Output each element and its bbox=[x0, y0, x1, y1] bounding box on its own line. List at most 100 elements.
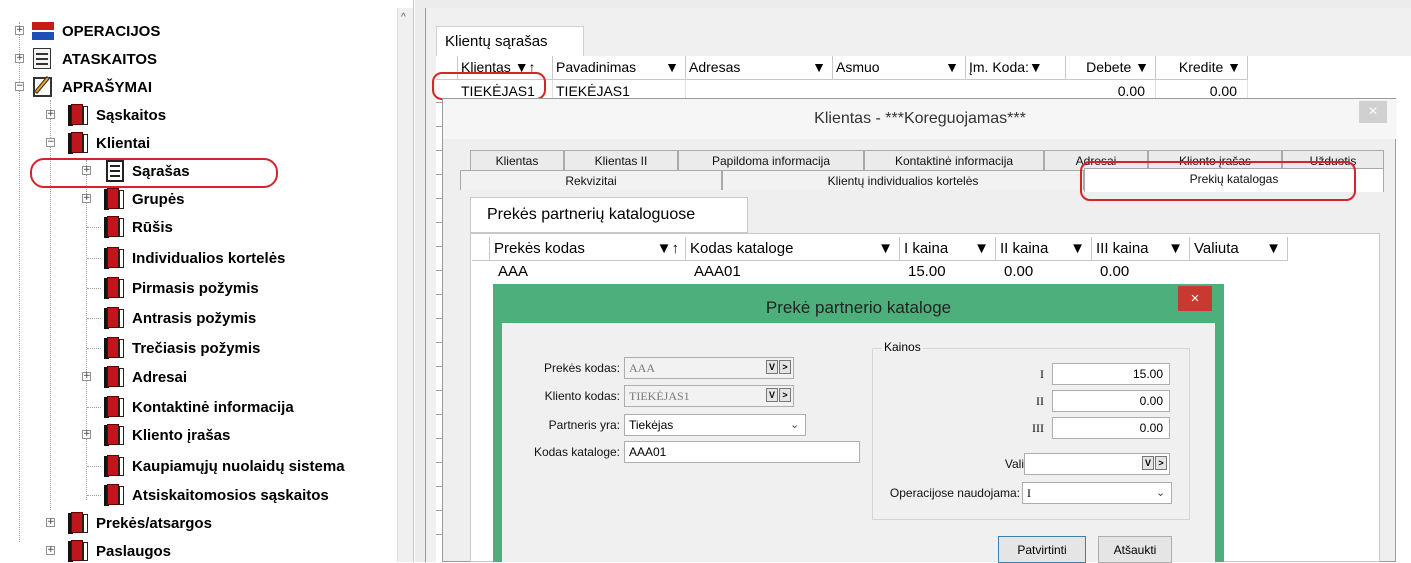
tree-line bbox=[19, 22, 20, 542]
cancel-button[interactable]: Atšaukti bbox=[1098, 536, 1172, 563]
col-header-asmuo[interactable]: Asmuo ▼ bbox=[833, 56, 966, 80]
reports-icon bbox=[30, 47, 56, 71]
close-icon[interactable]: × bbox=[1178, 286, 1212, 311]
tree-item-klientai[interactable]: Klientai bbox=[68, 129, 150, 157]
ii-price-field[interactable]: 0.00 bbox=[1052, 390, 1170, 412]
col-header-ii-kaina[interactable]: II kaina ▼ bbox=[996, 237, 1092, 261]
cell-iii-kaina[interactable]: 0.00 bbox=[1096, 261, 1129, 283]
tab-klientu-sarasas[interactable]: Klientų sąrašas bbox=[436, 26, 584, 56]
book-icon bbox=[104, 276, 126, 300]
cell-kodas-kataloge[interactable]: AAA01 bbox=[690, 261, 741, 283]
tree-item-individualios[interactable]: Individualios kortelės bbox=[104, 244, 285, 272]
operacijose-label: Operacijose naudojama: bbox=[889, 486, 1020, 500]
close-icon[interactable]: × bbox=[1359, 101, 1387, 123]
book-icon bbox=[104, 215, 126, 239]
book-icon bbox=[104, 483, 126, 507]
tab-klientas[interactable]: Klientas bbox=[470, 150, 564, 170]
chevron-down-icon[interactable]: ⌄ bbox=[1156, 486, 1165, 499]
tab-rekvizitai[interactable]: Rekvizitai bbox=[460, 170, 722, 190]
iii-label: III bbox=[1032, 421, 1044, 435]
tree-item-antrasis[interactable]: Antrasis požymis bbox=[104, 304, 256, 332]
tree-item-operacijos[interactable]: OPERACIJOS bbox=[30, 17, 160, 45]
expand-icon[interactable]: + bbox=[46, 110, 55, 119]
filter-icon[interactable]: ▼ bbox=[945, 59, 959, 75]
collapse-icon[interactable]: − bbox=[46, 138, 55, 147]
book-icon bbox=[104, 423, 126, 447]
tree-item-aprasymai[interactable]: APRAŠYMAI bbox=[30, 73, 152, 101]
expand-icon[interactable]: + bbox=[82, 194, 91, 203]
filter-icon[interactable]: ▼ bbox=[812, 59, 826, 75]
filter-icon[interactable]: ▼ bbox=[1168, 240, 1183, 257]
tree-item-ataskaitos[interactable]: ATASKAITOS bbox=[30, 45, 157, 73]
tree-item-rusis[interactable]: Rūšis bbox=[104, 213, 173, 241]
collapse-icon[interactable]: − bbox=[15, 82, 24, 91]
col-header-pavadinimas[interactable]: Pavadinimas ▼ bbox=[553, 56, 686, 80]
kodas-kataloge-label: Kodas kataloge: bbox=[533, 445, 620, 459]
chevron-down-icon[interactable]: ⌄ bbox=[790, 418, 799, 431]
book-icon bbox=[104, 336, 126, 360]
operacijose-select[interactable]: I bbox=[1022, 482, 1172, 504]
tree-item-pirmasis[interactable]: Pirmasis požymis bbox=[104, 274, 259, 302]
tree-item-paslaugos[interactable]: Paslaugos bbox=[68, 537, 171, 562]
cell-ii-kaina[interactable]: 0.00 bbox=[1000, 261, 1033, 283]
confirm-button[interactable]: Patvirtinti bbox=[998, 536, 1086, 563]
book-icon bbox=[104, 395, 126, 419]
tab-prekes-partneriu[interactable]: Prekės partnerių kataloguose bbox=[470, 197, 748, 233]
kodas-kataloge-field[interactable]: AAA01 bbox=[624, 441, 860, 463]
expand-icon[interactable]: + bbox=[46, 518, 55, 527]
filter-icon[interactable]: ▼ bbox=[665, 59, 679, 75]
expand-icon[interactable]: + bbox=[15, 54, 24, 63]
book-icon bbox=[104, 246, 126, 270]
select-button[interactable]: V bbox=[1142, 456, 1154, 470]
operations-icon bbox=[30, 19, 56, 43]
tree-item-atsiskaitomosios[interactable]: Atsiskaitomosios sąskaitos bbox=[104, 481, 329, 509]
expand-icon[interactable]: + bbox=[46, 546, 55, 555]
book-icon bbox=[104, 187, 126, 211]
tree-item-adresai[interactable]: Adresai bbox=[104, 363, 187, 391]
tree-item-grupes[interactable]: Grupės bbox=[104, 185, 185, 213]
tree-item-kliento-irasas[interactable]: Kliento įrašas bbox=[104, 421, 230, 449]
tree-item-kaupiamuju[interactable]: Kaupiamųjų nuolaidų sistema bbox=[104, 452, 345, 480]
col-header-iii-kaina[interactable]: III kaina ▼ bbox=[1092, 237, 1190, 261]
col-header-i-kaina[interactable]: I kaina ▼ bbox=[900, 237, 996, 261]
tree-item-treciasis[interactable]: Trečiasis požymis bbox=[104, 334, 260, 362]
partneris-label: Partneris yra: bbox=[548, 418, 620, 432]
tab-individualios[interactable]: Klientų individualios kortelės bbox=[722, 170, 1084, 190]
open-button[interactable]: > bbox=[1155, 456, 1167, 470]
expand-icon[interactable]: + bbox=[15, 26, 24, 35]
col-header-im-kodas[interactable]: Įm. Koda:▼ bbox=[966, 56, 1066, 80]
filter-icon[interactable]: ▼ bbox=[1266, 240, 1281, 257]
book-icon bbox=[104, 306, 126, 330]
expand-icon[interactable]: + bbox=[82, 372, 91, 381]
filter-icon[interactable]: ▼ bbox=[1070, 240, 1085, 257]
col-header-valiuta[interactable]: Valiuta ▼ bbox=[1190, 237, 1288, 261]
scroll-up-icon[interactable]: ^ bbox=[401, 12, 406, 23]
open-button[interactable]: > bbox=[779, 360, 791, 374]
cell-prekes-kodas[interactable]: AAA bbox=[494, 261, 528, 283]
partneris-select[interactable]: Tiekėjas bbox=[624, 414, 806, 436]
book-icon bbox=[68, 511, 90, 535]
tab-kontaktine[interactable]: Kontaktinė informacija bbox=[864, 150, 1044, 170]
tree-item-prekes[interactable]: Prekės/atsargos bbox=[68, 509, 212, 537]
iii-price-field[interactable]: 0.00 bbox=[1052, 417, 1170, 439]
tree-item-kontaktine[interactable]: Kontaktinė informacija bbox=[104, 393, 294, 421]
cell-i-kaina[interactable]: 15.00 bbox=[904, 261, 946, 283]
col-header-debete[interactable]: Debete ▼ bbox=[1066, 56, 1156, 80]
col-header-adresas[interactable]: Adresas ▼ bbox=[686, 56, 833, 80]
tree-item-saskaitos[interactable]: Sąskaitos bbox=[68, 101, 166, 129]
col-header-kredite[interactable]: Kredite ▼ bbox=[1156, 56, 1248, 80]
tab-klientas-ii[interactable]: Klientas II bbox=[564, 150, 678, 170]
select-button[interactable]: V bbox=[766, 388, 778, 402]
sort-icon[interactable]: ▼↑ bbox=[657, 240, 679, 257]
filter-icon[interactable]: ▼ bbox=[974, 240, 989, 257]
filter-icon[interactable]: ▼ bbox=[878, 240, 893, 257]
tree-scrollbar[interactable]: ^ bbox=[397, 8, 413, 562]
i-price-field[interactable]: 15.00 bbox=[1052, 363, 1170, 385]
highlight-oval bbox=[432, 72, 546, 100]
expand-icon[interactable]: + bbox=[82, 430, 91, 439]
tab-papildoma[interactable]: Papildoma informacija bbox=[678, 150, 864, 170]
col-header-prekes-kodas[interactable]: Prekės kodas ▼↑ bbox=[490, 237, 686, 261]
select-button[interactable]: V bbox=[766, 360, 778, 374]
col-header-kodas-kataloge[interactable]: Kodas kataloge ▼ bbox=[686, 237, 900, 261]
open-button[interactable]: > bbox=[779, 388, 791, 402]
